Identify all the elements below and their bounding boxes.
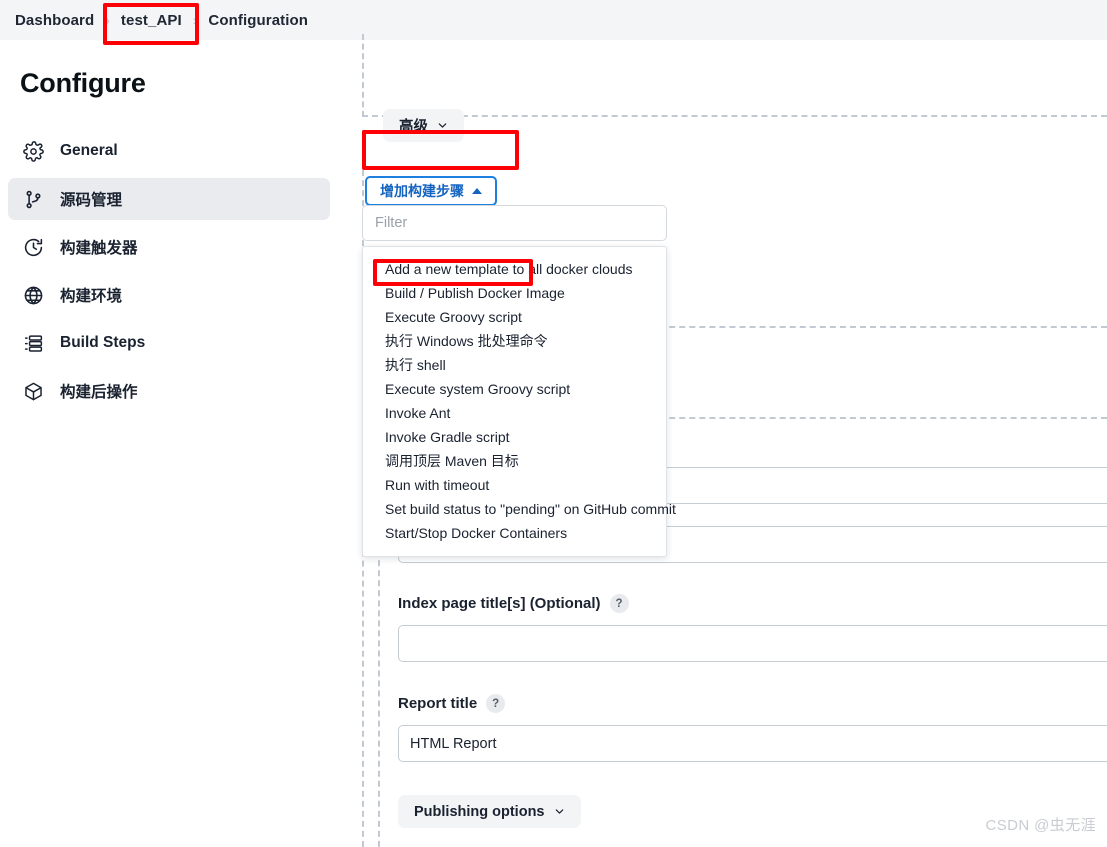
build-step-dropdown: Add a new template to all docker clouds … — [362, 205, 676, 557]
sidebar-item-post-build-actions[interactable]: 构建后操作 — [8, 370, 330, 412]
sidebar-item-label: 构建后操作 — [60, 384, 138, 401]
field-label: Index page title[s] (Optional) — [398, 595, 601, 612]
menu-item-invoke-gradle-script[interactable]: Invoke Gradle script — [363, 425, 666, 449]
gear-icon — [22, 140, 44, 162]
publishing-options-button[interactable]: Publishing options — [398, 795, 581, 828]
menu-item-build-publish-docker-image[interactable]: Build / Publish Docker Image — [363, 281, 666, 305]
add-build-step-button[interactable]: 增加构建步骤 — [365, 176, 497, 206]
menu-item-add-docker-template[interactable]: Add a new template to all docker clouds — [363, 257, 666, 281]
sidebar-item-label: 构建环境 — [60, 288, 123, 305]
chevron-up-icon — [472, 188, 482, 194]
report-title-input[interactable] — [398, 725, 1107, 762]
menu-item-start-stop-docker-containers[interactable]: Start/Stop Docker Containers — [363, 521, 666, 545]
globe-icon — [22, 284, 44, 306]
sidebar-item-build-environment[interactable]: 构建环境 — [8, 274, 330, 316]
page-title: Configure — [20, 68, 146, 98]
advanced-button-label: 高级 — [399, 119, 428, 135]
sidebar-nav: General 源码管理 构建触发器 构建环境 Build Steps 构建后操… — [8, 130, 330, 418]
sidebar-item-label: Build Steps — [60, 334, 146, 351]
breadcrumb-configuration[interactable]: Configuration — [199, 12, 317, 29]
index-page-titles-input[interactable] — [398, 625, 1107, 662]
sidebar: Configure General 源码管理 构建触发器 构建环境 Build … — [0, 40, 345, 847]
package-icon — [22, 380, 44, 402]
menu-item-execute-windows-batch[interactable]: 执行 Windows 批处理命令 — [363, 329, 666, 353]
field-report-title: Report title ? — [398, 694, 1107, 762]
field-label-row: Index page title[s] (Optional) ? — [398, 594, 1107, 613]
chevron-down-icon — [554, 806, 565, 817]
main-panel: 高级 增加构建步骤 Add a new template to all dock… — [345, 34, 1107, 847]
publishing-options-label: Publishing options — [414, 803, 545, 820]
help-icon[interactable]: ? — [486, 694, 506, 713]
help-icon[interactable]: ? — [609, 594, 629, 613]
sidebar-item-build-triggers[interactable]: 构建触发器 — [8, 226, 330, 268]
menu-item-run-with-timeout[interactable]: Run with timeout — [363, 473, 666, 497]
field-label-row: Report title ? — [398, 694, 1107, 713]
breadcrumb-separator-1: › — [105, 12, 110, 28]
add-build-step-label: 增加构建步骤 — [380, 183, 464, 199]
menu-item-execute-groovy-script[interactable]: Execute Groovy script — [363, 305, 666, 329]
menu-item-invoke-ant[interactable]: Invoke Ant — [363, 401, 666, 425]
sidebar-item-build-steps[interactable]: Build Steps — [8, 322, 330, 364]
menu-item-invoke-top-level-maven[interactable]: 调用顶层 Maven 目标 — [363, 449, 666, 473]
list-icon — [22, 332, 44, 354]
sidebar-item-label: General — [60, 142, 118, 159]
clock-icon — [22, 236, 44, 258]
advanced-button[interactable]: 高级 — [383, 109, 464, 142]
branch-icon — [22, 188, 44, 210]
advanced-section-outline — [362, 34, 1107, 117]
sidebar-item-source-control[interactable]: 源码管理 — [8, 178, 330, 220]
breadcrumb-dashboard[interactable]: Dashboard — [6, 12, 103, 29]
menu-item-execute-shell[interactable]: 执行 shell — [363, 353, 666, 377]
page-root: Dashboard › test_API › Configuration Con… — [0, 0, 1107, 847]
sidebar-item-general[interactable]: General — [8, 130, 330, 172]
menu-item-set-build-status-pending[interactable]: Set build status to "pending" on GitHub … — [363, 497, 676, 521]
filter-input[interactable] — [362, 205, 667, 241]
build-step-menu: Add a new template to all docker clouds … — [362, 246, 676, 557]
field-index-page-titles: Index page title[s] (Optional) ? — [398, 594, 1107, 662]
watermark: CSDN @虫无涯 — [985, 817, 1096, 834]
sidebar-item-label: 源码管理 — [60, 192, 123, 209]
breadcrumb-separator-2: › — [192, 12, 198, 28]
field-label: Report title — [398, 695, 478, 712]
breadcrumb-test-api[interactable]: test_API — [112, 12, 191, 29]
menu-item-execute-system-groovy-script[interactable]: Execute system Groovy script — [363, 377, 666, 401]
sidebar-item-label: 构建触发器 — [60, 240, 138, 257]
chevron-down-icon — [437, 120, 448, 131]
